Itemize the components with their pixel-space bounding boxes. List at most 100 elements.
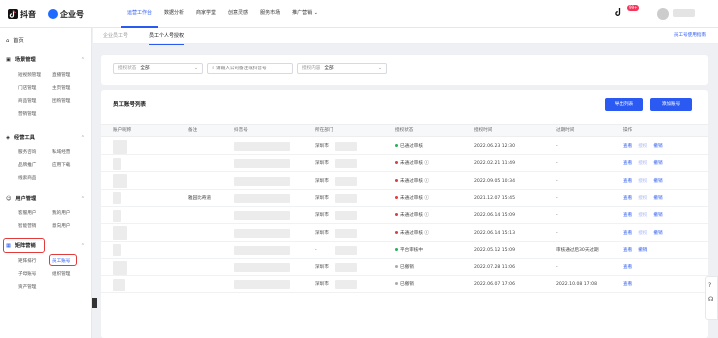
auth-content-select[interactable]: 授权内容 全部 ⌄	[297, 63, 387, 74]
sidebar-item-video[interactable]: 短视频管理	[18, 72, 41, 78]
row-department: 深圳市	[315, 230, 329, 236]
row-action-revoke[interactable]: 撤销	[653, 144, 662, 149]
table-row: - 平台审核中 2022.05.12 15:09 审核通过后30天过期 查看 撤销	[101, 242, 708, 259]
row-action-revoke[interactable]: 撤销	[653, 213, 662, 218]
sidebar-item-marketing[interactable]: 营销管理	[18, 111, 36, 117]
sidebar-item-matrix-rank[interactable]: 矩阵排行	[18, 258, 36, 264]
sidebar-item-org[interactable]: 组织管理	[52, 271, 70, 277]
col-actions: 操作	[623, 128, 633, 133]
tab-enterprise-employee[interactable]: 企业员工号	[103, 28, 128, 44]
help-guide-link[interactable]: 员工号使用指南	[674, 28, 706, 44]
tools-icon: ◈	[6, 134, 10, 141]
sidebar-section-matrix[interactable]: ▦ 矩阵营销	[6, 242, 36, 250]
search-input[interactable]	[216, 66, 289, 71]
sidebar-item-assets[interactable]: 资产管理	[18, 284, 36, 290]
row-action-revoke[interactable]: 撤销	[653, 161, 662, 166]
sidebar-section-ops[interactable]: ◈ 经营工具	[6, 134, 35, 142]
row-action-authorize[interactable]: 授权	[638, 161, 647, 166]
help-icon[interactable]: ?	[708, 282, 711, 289]
row-expire-time: -	[556, 195, 558, 201]
douyin-id-blurred	[234, 228, 290, 238]
row-action-view[interactable]: 查看	[623, 282, 632, 287]
nav-item-promotion[interactable]: 推广营销 ⌄	[286, 0, 324, 28]
chevron-up-icon[interactable]: ⌃	[81, 135, 85, 141]
sidebar-item-my-users[interactable]: 我的用户	[52, 210, 70, 216]
nav-item-workbench[interactable]: 运营工作台	[121, 0, 159, 28]
row-action-authorize[interactable]: 授权	[638, 213, 647, 218]
nickname-blurred	[113, 226, 127, 240]
row-actions: 查看 授权 撤销	[623, 155, 669, 172]
auth-status-select[interactable]: 授权状态 全部 ⌄	[113, 63, 203, 74]
chevron-up-icon[interactable]: ⌃	[81, 196, 85, 202]
nickname-blurred	[113, 192, 121, 205]
row-department: 深圳市	[315, 161, 329, 167]
tab-personal-authorization[interactable]: 员工个人号授权	[149, 28, 185, 45]
row-status: 未通过审核 ⓘ	[395, 225, 429, 242]
sidebar-item-home[interactable]: ⌂ 首页	[6, 37, 24, 45]
sidebar-item-sub-accounts[interactable]: 子母账号	[18, 271, 36, 277]
row-action-revoke[interactable]: 撤销	[653, 179, 662, 184]
sidebar-section-scene[interactable]: ▣ 场景管理	[6, 56, 36, 64]
sidebar-section-user-label: 用户管理	[15, 196, 37, 202]
row-action-authorize[interactable]: 授权	[638, 144, 647, 149]
enterprise-logo[interactable]: 企业号	[48, 8, 84, 20]
row-expire-time: -	[556, 144, 558, 149]
sidebar-item-homepage[interactable]: 主页管理	[52, 85, 70, 91]
douyin-icon[interactable]	[614, 7, 624, 17]
department-blurred	[335, 176, 357, 186]
row-action-view[interactable]: 查看	[623, 265, 632, 270]
avatar[interactable]	[657, 8, 669, 20]
sidebar-item-consult[interactable]: 服务咨询	[18, 149, 36, 155]
scene-icon: ▣	[6, 56, 11, 63]
sidebar-item-store[interactable]: 门店管理	[18, 85, 36, 91]
sidebar-item-leads[interactable]: 线索商品	[18, 175, 36, 181]
sidebar-item-download[interactable]: 应用下载	[52, 162, 70, 168]
row-action-authorize[interactable]: 授权	[638, 196, 647, 201]
chevron-up-icon[interactable]: ⌃	[81, 57, 85, 63]
col-auth-time: 授权时间	[474, 128, 493, 133]
sidebar-item-intent-users[interactable]: 意向用户	[52, 223, 70, 229]
table-header: 账户昵称 备注 抖音号 所在部门 授权状态 授权时间 过期时间 操作	[101, 124, 708, 137]
add-account-button[interactable]: 添加账号	[650, 98, 692, 111]
sidebar-item-groupbuy[interactable]: 团购管理	[52, 98, 70, 104]
row-status: 已撤销	[395, 276, 414, 293]
sidebar-collapse-handle[interactable]	[92, 298, 97, 308]
row-action-view[interactable]: 查看	[623, 231, 632, 236]
row-actions: 查看 撤销	[623, 242, 653, 259]
row-action-view[interactable]: 查看	[623, 161, 632, 166]
row-action-revoke[interactable]: 撤销	[653, 196, 662, 201]
row-action-authorize[interactable]: 授权	[638, 179, 647, 184]
username-blurred[interactable]	[673, 9, 695, 17]
row-action-view[interactable]: 查看	[623, 196, 632, 201]
row-expire-time: 2022.10.08 17:08	[556, 282, 598, 288]
sidebar-item-live[interactable]: 直播管理	[52, 72, 70, 78]
search-box[interactable]: ⌕	[207, 63, 293, 74]
sidebar-item-private[interactable]: 私域经营	[52, 149, 70, 155]
row-action-view[interactable]: 查看	[623, 144, 632, 149]
sidebar-section-matrix-label: 矩阵营销	[14, 243, 36, 249]
sidebar-item-service-users[interactable]: 客服用户	[18, 210, 36, 216]
row-actions: 查看 授权 撤销	[623, 138, 669, 155]
sidebar-item-brand[interactable]: 品牌推广	[18, 162, 36, 168]
col-auth-status: 授权状态	[395, 128, 414, 133]
sidebar-item-employee-accounts[interactable]: 员工账号	[52, 258, 70, 264]
row-action-revoke[interactable]: 撤销	[653, 231, 662, 236]
row-action-view[interactable]: 查看	[623, 248, 632, 253]
nav-item-merchant-school[interactable]: 商家学堂	[190, 0, 222, 28]
chevron-up-icon[interactable]: ⌃	[81, 243, 85, 249]
department-blurred	[335, 263, 357, 273]
nav-item-service-market[interactable]: 服务市场	[254, 0, 286, 28]
sidebar-section-user[interactable]: ☺ 用户管理	[6, 195, 37, 203]
sidebar-item-smart-marketing[interactable]: 智能营销	[18, 223, 36, 229]
row-action-revoke[interactable]: 撤销	[638, 248, 647, 253]
nav-item-data-analysis[interactable]: 数据分析	[158, 0, 190, 28]
douyin-logo[interactable]: 抖音	[8, 8, 36, 20]
nav-item-creative[interactable]: 创意灵感	[222, 0, 254, 28]
sidebar-item-goods[interactable]: 商品管理	[18, 98, 36, 104]
row-action-view[interactable]: 查看	[623, 179, 632, 184]
export-button[interactable]: 导出列表	[605, 98, 643, 111]
headset-icon[interactable]: ☊	[708, 296, 713, 303]
row-action-view[interactable]: 查看	[623, 213, 632, 218]
row-action-authorize[interactable]: 授权	[638, 231, 647, 236]
row-expire-time: 审核通过后30天过期	[556, 247, 599, 253]
